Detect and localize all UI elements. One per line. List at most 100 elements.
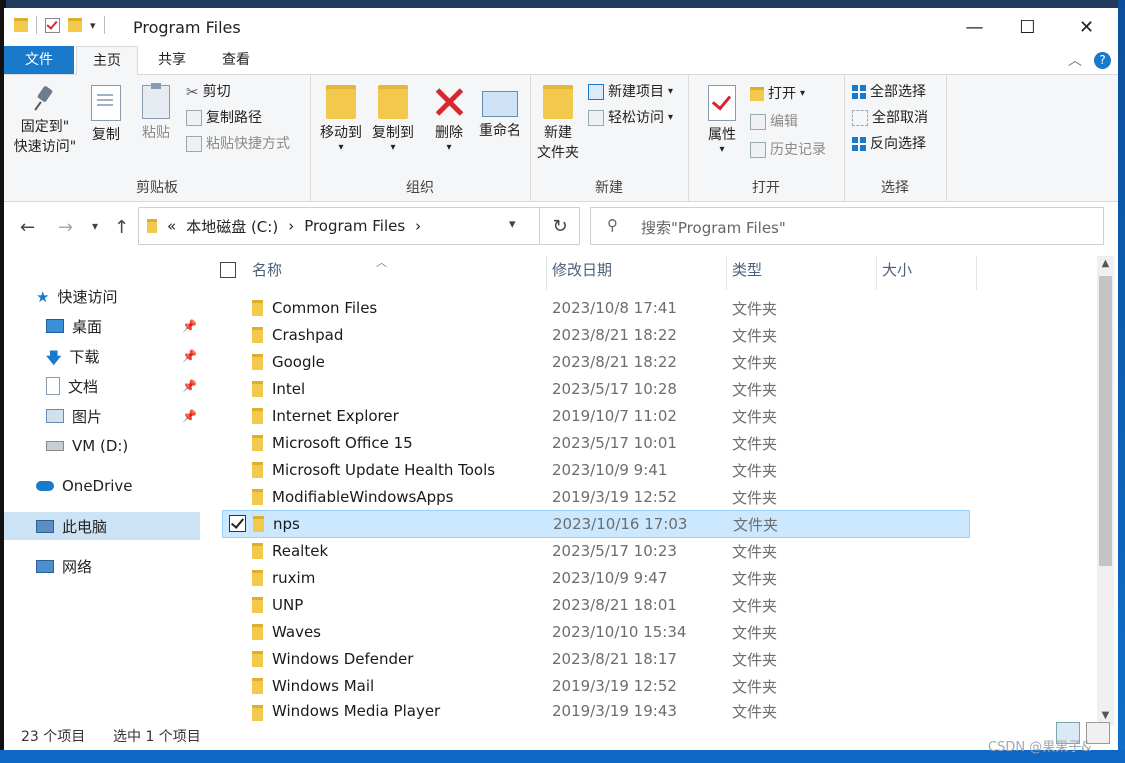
file-name[interactable]: Google (272, 353, 325, 371)
column-date-modified[interactable]: 修改日期 (552, 256, 722, 290)
nav-item-pictures[interactable]: 图片 📌 (4, 402, 200, 430)
breadcrumb-item-drive[interactable]: 本地磁盘 (C:) (186, 216, 278, 237)
table-row[interactable]: UNP 2023/8/21 18:01 文件夹 (222, 592, 968, 618)
file-name[interactable]: Windows Defender (272, 650, 413, 668)
nav-item-quick-access[interactable]: ★ 快速访问 (4, 282, 200, 310)
move-to-button[interactable]: 移动到 ▾ (316, 85, 366, 153)
copy-button[interactable]: 复制 (84, 85, 128, 145)
select-all-button[interactable]: 全部选择 (852, 81, 926, 103)
table-row[interactable]: Internet Explorer 2019/10/7 11:02 文件夹 (222, 403, 968, 429)
chevron-right-icon[interactable]: › (415, 217, 421, 235)
scroll-up-icon[interactable]: ▲ (1097, 258, 1114, 269)
file-name[interactable]: Intel (272, 380, 305, 398)
edit-button[interactable]: 编辑 (750, 111, 798, 133)
table-row[interactable]: Common Files 2023/10/8 17:41 文件夹 (222, 295, 968, 321)
table-row[interactable]: Microsoft Office 15 2023/5/17 10:01 文件夹 (222, 430, 968, 456)
delete-button[interactable]: 删除 ▾ (426, 85, 472, 153)
file-name[interactable]: Windows Media Player (272, 702, 440, 720)
forward-arrow-icon[interactable]: → (58, 217, 73, 238)
column-divider[interactable] (546, 256, 547, 290)
table-row[interactable]: Waves 2023/10/10 15:34 文件夹 (222, 619, 968, 645)
copy-to-button[interactable]: 复制到 ▾ (368, 85, 418, 153)
minimize-button[interactable]: — (948, 8, 1001, 46)
refresh-icon[interactable]: ↻ (539, 208, 580, 244)
nav-item-desktop[interactable]: 桌面 📌 (4, 312, 200, 340)
invert-selection-button[interactable]: 反向选择 (852, 133, 926, 155)
scrollbar-thumb[interactable] (1099, 276, 1112, 566)
file-name[interactable]: Microsoft Office 15 (272, 434, 413, 452)
column-divider[interactable] (976, 256, 977, 290)
properties-quick-icon[interactable] (45, 17, 60, 33)
table-row[interactable]: Windows Mail 2019/3/19 12:52 文件夹 (222, 673, 968, 699)
history-button[interactable]: 历史记录 (750, 139, 826, 161)
column-type[interactable]: 类型 (732, 256, 872, 290)
tab-file[interactable]: 文件 (4, 46, 74, 74)
row-checkbox[interactable] (229, 515, 246, 532)
pin-icon[interactable]: 📌 (182, 379, 197, 393)
cut-button[interactable]: ✂ 剪切 (186, 81, 231, 103)
column-divider[interactable] (726, 256, 727, 290)
breadcrumb-overflow[interactable]: « (167, 217, 176, 235)
file-name[interactable]: Realtek (272, 542, 328, 560)
file-name[interactable]: UNP (272, 596, 303, 614)
file-name[interactable]: ModifiableWindowsApps (272, 488, 453, 506)
pin-icon[interactable]: 📌 (182, 319, 197, 333)
maximize-button[interactable]: ☐ (1001, 8, 1054, 46)
table-row[interactable]: Windows Defender 2023/8/21 18:17 文件夹 (222, 646, 968, 672)
scroll-down-icon[interactable]: ▼ (1097, 710, 1114, 721)
copy-path-button[interactable]: 复制路径 (186, 107, 262, 129)
address-bar[interactable]: « 本地磁盘 (C:) › Program Files › ▾ ↻ (138, 207, 580, 245)
pin-icon[interactable]: 📌 (182, 349, 197, 363)
new-item-button[interactable]: 新建项目 ▾ (588, 81, 673, 103)
nav-item-onedrive[interactable]: OneDrive (4, 472, 200, 500)
paste-shortcut-button[interactable]: 粘贴快捷方式 (186, 133, 290, 155)
recent-locations-chevron-icon[interactable]: ▾ (92, 219, 98, 233)
table-row[interactable]: ModifiableWindowsApps 2019/3/19 12:52 文件… (222, 484, 968, 510)
file-name[interactable]: Internet Explorer (272, 407, 399, 425)
select-none-button[interactable]: 全部取消 (852, 107, 928, 129)
table-row[interactable]: Realtek 2023/5/17 10:23 文件夹 (222, 538, 968, 564)
file-name[interactable]: Crashpad (272, 326, 343, 344)
file-name[interactable]: Microsoft Update Health Tools (272, 461, 495, 479)
close-button[interactable]: ✕ (1060, 8, 1113, 46)
pin-quick-access-button[interactable]: 固定到" 快速访问" (10, 85, 80, 157)
column-name[interactable]: 名称 (252, 256, 542, 290)
vertical-scrollbar[interactable]: ▲ ▼ (1097, 256, 1114, 726)
select-all-checkbox[interactable] (220, 262, 236, 278)
new-folder-button[interactable]: 新建 文件夹 (534, 85, 582, 163)
nav-item-this-pc[interactable]: 此电脑 (4, 512, 200, 540)
tab-view[interactable]: 查看 (206, 46, 266, 74)
pin-icon[interactable]: 📌 (182, 409, 197, 423)
tab-share[interactable]: 共享 (142, 46, 202, 74)
up-arrow-icon[interactable]: ↑ (114, 217, 129, 238)
easy-access-button[interactable]: 轻松访问 ▾ (588, 107, 673, 129)
address-history-chevron-icon[interactable]: ▾ (509, 217, 516, 232)
properties-button[interactable]: 属性 ▾ (700, 85, 744, 155)
column-divider[interactable] (876, 256, 877, 290)
nav-item-network[interactable]: 网络 (4, 552, 200, 580)
help-icon[interactable]: ? (1094, 52, 1111, 69)
table-row[interactable]: Windows Media Player 2019/3/19 19:43 文件夹 (222, 700, 968, 722)
title-bar[interactable]: ▾ Program Files — ☐ ✕ (4, 8, 1118, 46)
table-row[interactable]: Intel 2023/5/17 10:28 文件夹 (222, 376, 968, 402)
column-size[interactable]: 大小 (882, 256, 972, 290)
open-button[interactable]: 打开 ▾ (750, 83, 805, 105)
file-name[interactable]: Common Files (272, 299, 377, 317)
table-row[interactable]: ruxim 2023/10/9 9:47 文件夹 (222, 565, 968, 591)
file-name[interactable]: Waves (272, 623, 321, 641)
new-folder-quick-icon[interactable] (68, 18, 82, 32)
rename-button[interactable]: 重命名 (474, 85, 526, 141)
file-name[interactable]: ruxim (272, 569, 315, 587)
table-row[interactable]: Crashpad 2023/8/21 18:22 文件夹 (222, 322, 968, 348)
table-row-selected[interactable]: nps 2023/10/16 17:03 文件夹 (222, 510, 970, 538)
table-row[interactable]: Microsoft Update Health Tools 2023/10/9 … (222, 457, 968, 483)
file-name[interactable]: nps (273, 515, 300, 533)
file-name[interactable]: Windows Mail (272, 677, 374, 695)
back-arrow-icon[interactable]: ← (20, 217, 35, 238)
tab-home[interactable]: 主页 (76, 46, 138, 76)
collapse-ribbon-icon[interactable]: ︿ (1068, 50, 1082, 70)
chevron-right-icon[interactable]: › (288, 217, 294, 235)
search-box[interactable]: ⚲ 搜索"Program Files" (590, 207, 1104, 245)
nav-item-documents[interactable]: 文档 📌 (4, 372, 200, 400)
paste-button[interactable]: 粘贴 (134, 83, 178, 143)
